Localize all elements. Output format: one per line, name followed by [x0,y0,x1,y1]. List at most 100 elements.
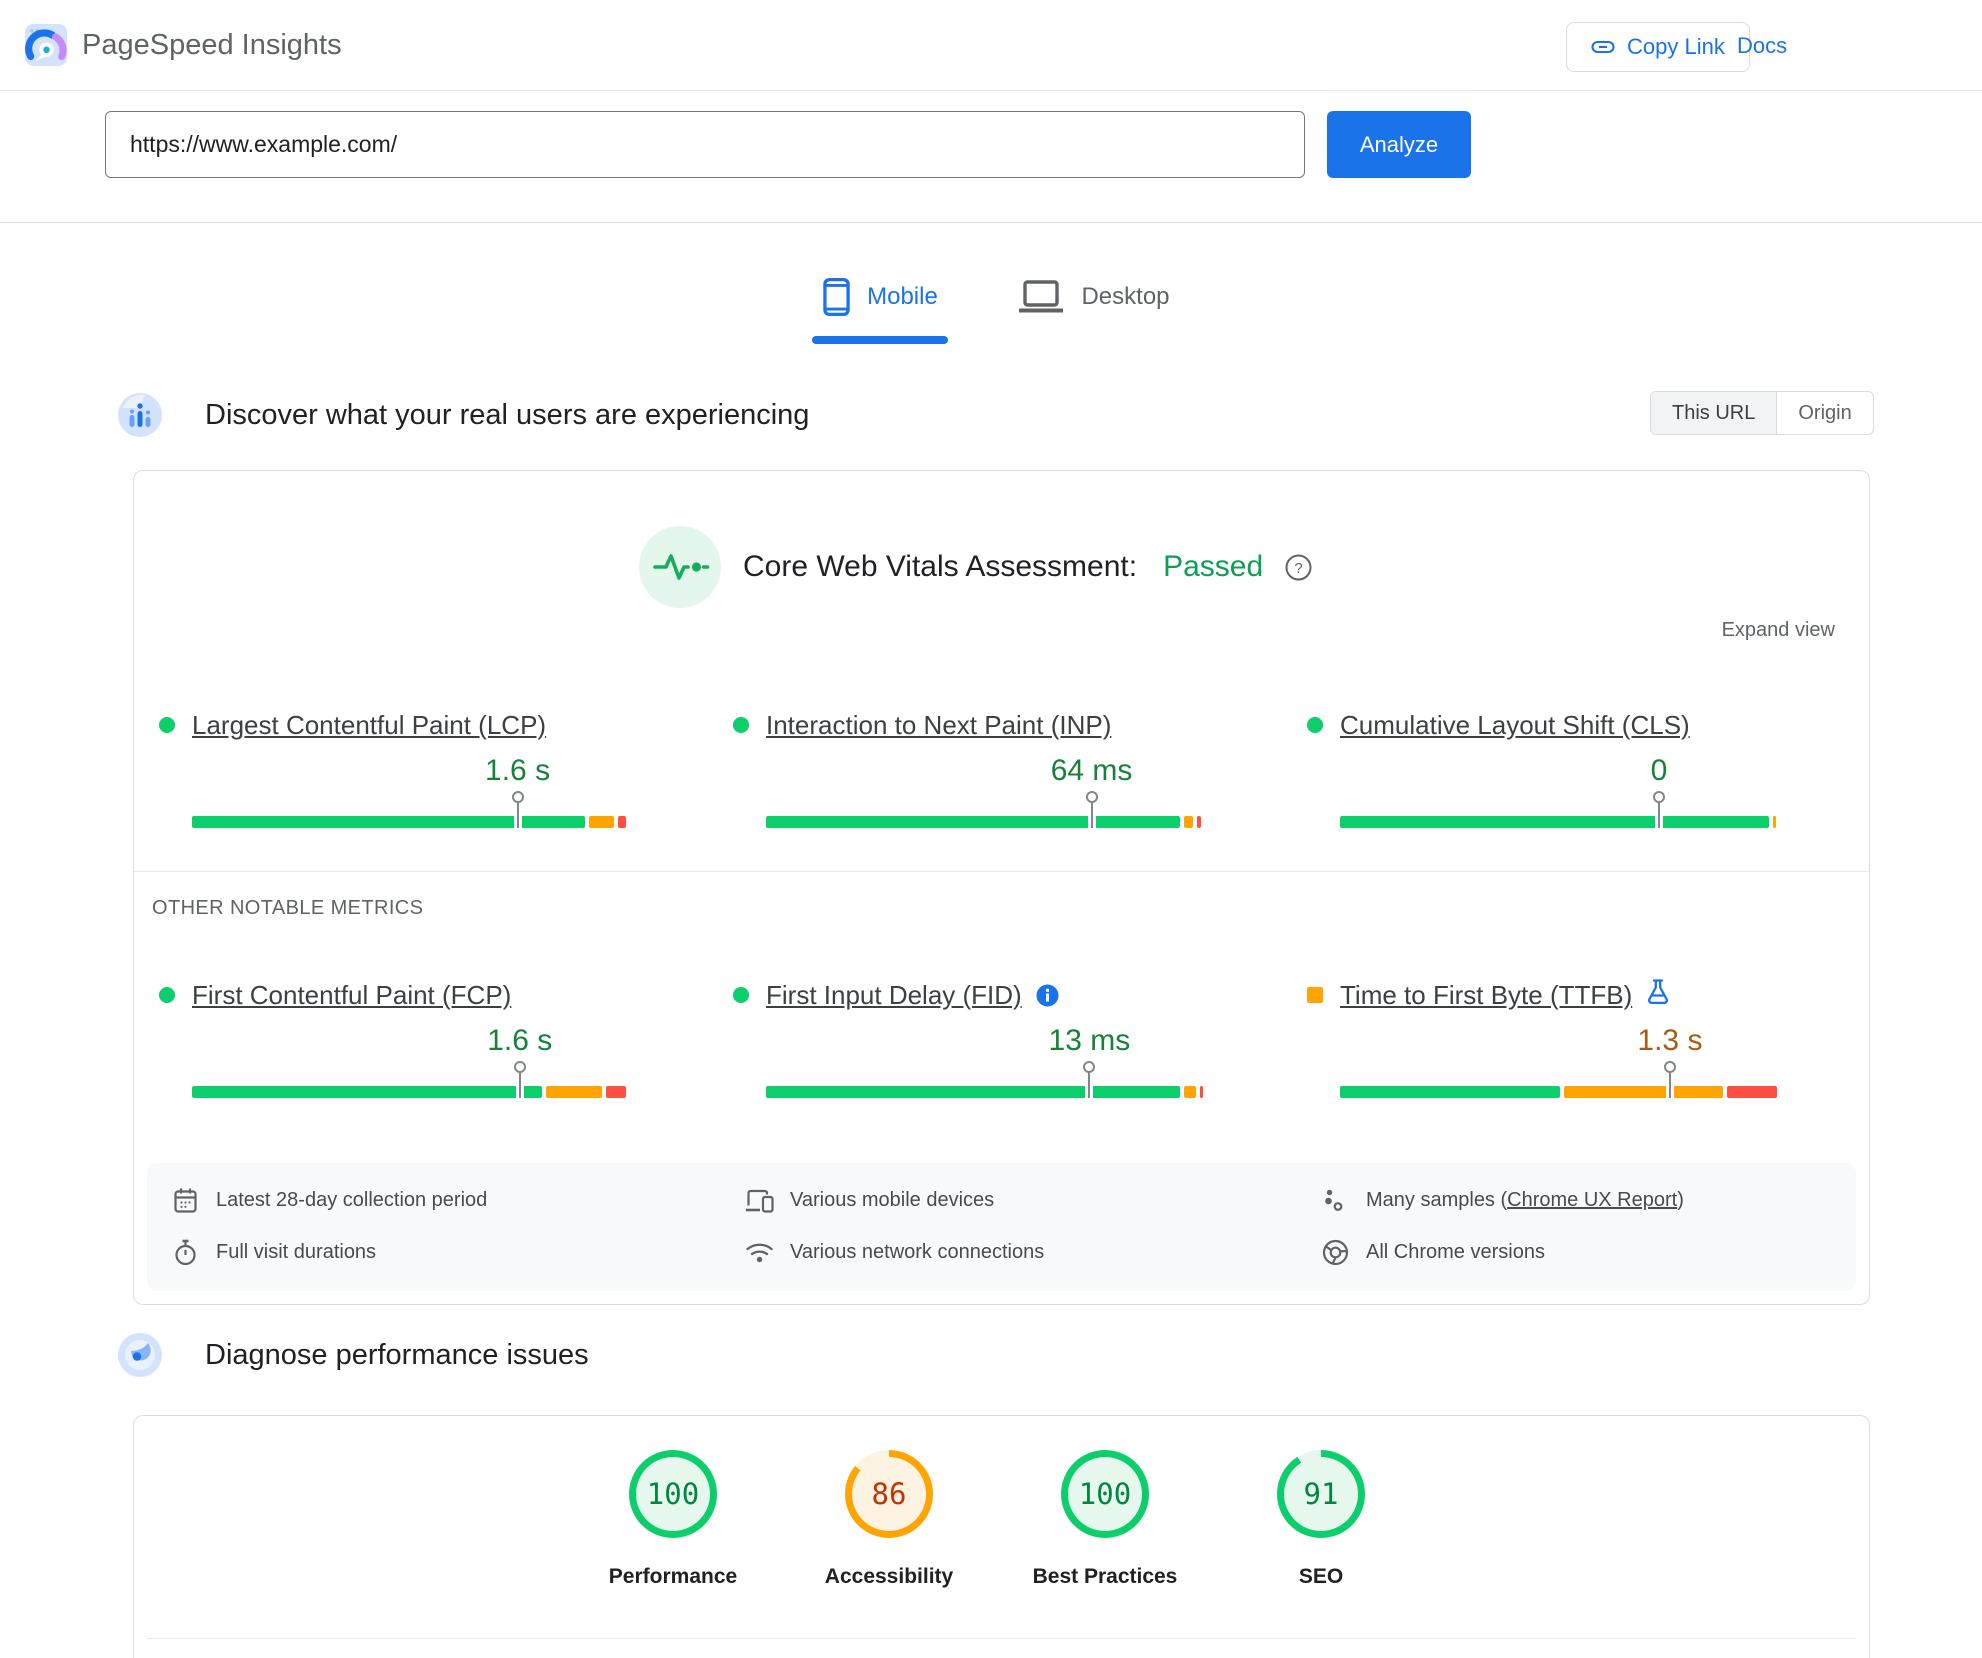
device-tabs: Mobile Desktop [0,270,1982,344]
metric-status-bullet [733,987,749,1003]
metric-status-bullet [159,717,175,733]
metric-status-bullet [159,987,175,1003]
bar-segment-ni [545,1086,603,1098]
info-icon[interactable] [1036,984,1059,1007]
metric-value: 13 ms [1048,1024,1131,1057]
url-input[interactable] [105,111,1305,178]
bar-segment-good [1340,1086,1561,1098]
footnote-text: Various network connections [790,1240,1045,1263]
calendar-icon [170,1187,200,1214]
copy-link-label: Copy Link [1627,34,1725,59]
footnote-column: Latest 28-day collection period Full visi… [170,1179,487,1273]
link-icon [1591,35,1615,59]
diagnose-compass-icon [118,1333,162,1377]
tab-desktop-label: Desktop [1081,283,1170,310]
cwv-assessment-status: Passed [1163,550,1264,583]
metric-distribution-bar [1340,1086,1777,1098]
score-gauge-performance[interactable]: 100 Performance [565,1450,781,1589]
metric-time-to-first-byte-ttfb: Time to First Byte (TTFB) 1.3 s [1307,976,1777,1098]
diagnose-card: 100 Performance 86 Accessibility 100 Best Pra… [133,1415,1870,1658]
bar-segment-ni [1773,816,1777,828]
metric-cumulative-layout-shift-cls: Cumulative Layout Shift (CLS) 0 [1307,706,1777,828]
metric-link[interactable]: Largest Contentful Paint (LCP) [192,710,546,741]
bar-segment-good [1340,816,1770,828]
experiment-flask-icon[interactable] [1646,978,1670,1005]
lab-section-title: Diagnose performance issues [205,1338,589,1371]
network-icon [744,1241,774,1264]
footnote-item: Full visit durations [170,1231,487,1273]
samples-icon [1320,1188,1350,1213]
toggle-origin[interactable]: Origin [1777,392,1872,434]
footnote-column: Various mobile devices Various network co… [744,1179,1044,1273]
bar-segment-poor [617,816,627,828]
tab-mobile-label: Mobile [867,283,938,310]
search-divider [0,222,1982,223]
metric-link[interactable]: First Input Delay (FID) [766,980,1022,1011]
devices-icon [744,1188,774,1213]
bar-segment-ni [1564,1086,1723,1098]
footnote-text: Various mobile devices [790,1188,995,1211]
footnote-item: Many samples (Chrome UX Report) [1320,1179,1684,1221]
pagespeed-logo-icon[interactable] [25,24,67,66]
chrome-ux-report-link[interactable]: Chrome UX Report [1507,1189,1677,1211]
footnote-text: All Chrome versions [1366,1240,1545,1263]
metric-value: 64 ms [1050,754,1133,787]
metric-status-bullet [733,717,749,733]
app-header: PageSpeed Insights Copy Link Docs [0,0,1982,91]
score-category-label: Performance [608,1565,738,1588]
toggle-this-url[interactable]: This URL [1651,392,1778,434]
metric-link[interactable]: First Contentful Paint (FCP) [192,980,511,1011]
metric-distribution-bar [192,1086,629,1098]
help-icon[interactable]: ? [1285,554,1312,581]
score-gauge-best-practices[interactable]: 100 Best Practices [997,1450,1213,1589]
score-value: 100 [636,1457,710,1531]
metric-value: 1.3 s [1637,1024,1703,1057]
footnote-item: Latest 28-day collection period [170,1179,487,1221]
expand-view-link[interactable]: Expand view [1722,619,1835,642]
score-gauge-accessibility[interactable]: 86 Accessibility [781,1450,997,1589]
desktop-laptop-icon [1018,279,1064,315]
footnote-item: Various mobile devices [744,1179,1044,1221]
mobile-phone-icon [823,277,850,317]
score-category-label: Best Practices [1032,1565,1178,1588]
score-category-label: Accessibility [824,1565,954,1588]
metric-first-contentful-paint-fcp: First Contentful Paint (FCP) 1.6 s [159,976,629,1098]
bar-segment-poor [1200,1086,1203,1098]
lab-section-header: Diagnose performance issues [118,1333,589,1377]
real-users-icon [118,393,162,437]
bar-segment-ni [589,816,614,828]
score-gauge-seo[interactable]: 91 SEO [1213,1450,1429,1589]
metric-distribution-bar [192,816,629,828]
stopwatch-icon [170,1239,200,1266]
footnote-text: Latest 28-day collection period [216,1188,488,1211]
metric-value: 1.6 s [487,1024,553,1057]
metric-distribution-bar [766,1086,1203,1098]
page-title: PageSpeed Insights [82,29,342,61]
bar-segment-poor [606,1086,627,1098]
metric-largest-contentful-paint-lcp: Largest Contentful Paint (LCP) 1.6 s [159,706,629,828]
score-ring: 91 [1277,1450,1365,1538]
metric-link[interactable]: Interaction to Next Paint (INP) [766,710,1111,741]
metric-status-bullet [1307,717,1323,733]
bar-segment-ni [1184,816,1194,828]
metric-distribution-bar [1340,816,1777,828]
metric-value: 1.6 s [485,754,551,787]
bar-segment-poor [1726,1086,1777,1098]
docs-link[interactable]: Docs [1737,0,1787,91]
analyze-button[interactable]: Analyze [1327,111,1471,178]
copy-link-button[interactable]: Copy Link [1566,22,1750,72]
footnote-item: Various network connections [744,1231,1044,1273]
metric-link[interactable]: Cumulative Layout Shift (CLS) [1340,710,1690,741]
svg-text:?: ? [1294,560,1302,577]
score-ring: 100 [629,1450,717,1538]
score-value: 86 [852,1457,926,1531]
other-notable-metrics-label: OTHER NOTABLE METRICS [152,897,424,919]
bar-segment-good [766,816,1181,828]
tab-mobile[interactable]: Mobile [812,270,949,344]
chrome-icon [1320,1239,1350,1266]
metric-link[interactable]: Time to First Byte (TTFB) [1340,980,1632,1011]
bar-segment-good [766,1086,1181,1098]
tab-desktop[interactable]: Desktop [1018,270,1170,344]
bar-segment-poor [1197,816,1202,828]
metrics-divider [134,871,1869,872]
